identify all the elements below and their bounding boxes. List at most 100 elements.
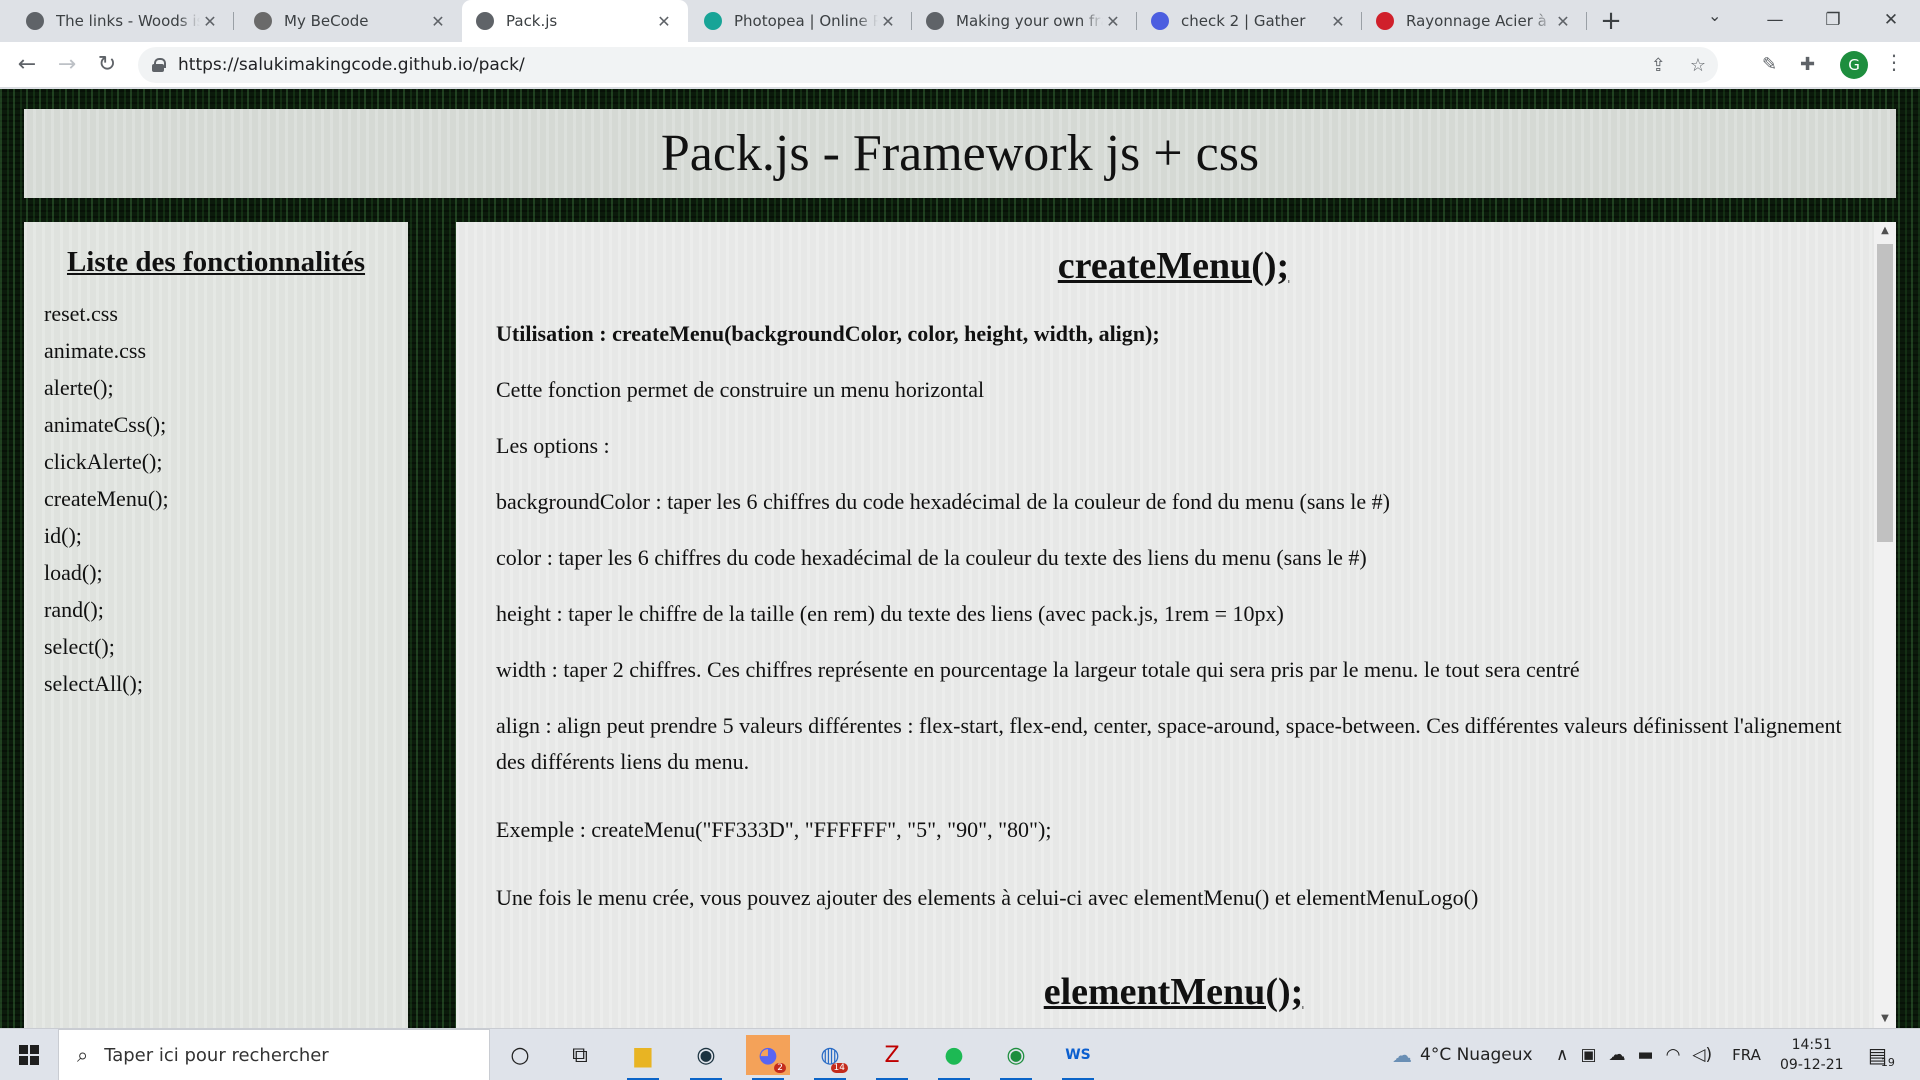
onedrive-icon[interactable]: ☁ <box>1609 1045 1626 1065</box>
file-explorer-glyph: ▆ <box>634 1042 652 1068</box>
sidebar-item[interactable]: alerte(); <box>44 369 408 406</box>
lock-icon[interactable] <box>152 58 166 72</box>
start-button[interactable] <box>0 1029 58 1080</box>
window-controls: — ❐ ✕ <box>1746 0 1920 42</box>
browser-tab[interactable]: My BeCode ✕ <box>240 0 462 42</box>
reload-icon[interactable]: ↻ <box>92 50 122 80</box>
sidebar-item[interactable]: reset.css <box>44 295 408 332</box>
browser-tab[interactable]: Pack.js ✕ <box>462 0 688 42</box>
battery-icon[interactable]: ▬ <box>1638 1045 1654 1065</box>
extensions-puzzle-icon[interactable]: ✚ <box>1800 54 1815 75</box>
volume-icon[interactable]: ◁) <box>1692 1045 1712 1065</box>
sidebar-item[interactable]: animateCss(); <box>44 406 408 443</box>
clock[interactable]: 14:51 09-12-21 <box>1780 1035 1844 1075</box>
profile-avatar[interactable]: G <box>1840 51 1868 79</box>
browser-tab[interactable]: Photopea | Online Ph ✕ <box>690 0 912 42</box>
chrome-glyph: ◉ <box>1006 1042 1026 1068</box>
tab-favicon-icon <box>476 12 494 30</box>
browser-tab[interactable]: check 2 | Gather ✕ <box>1137 0 1362 42</box>
spotify-glyph: ● <box>944 1042 964 1068</box>
discord-icon[interactable]: ◕ 2 <box>746 1035 790 1080</box>
tab-close-icon[interactable]: ✕ <box>200 12 220 31</box>
weather-widget[interactable]: ☁ 4°C Nuageux <box>1392 1029 1533 1080</box>
option-align: align : align peut prendre 5 valeurs dif… <box>496 713 1842 774</box>
forward-arrow-icon[interactable]: → <box>52 50 82 80</box>
task-view-glyph: ⧉ <box>572 1042 588 1068</box>
filezilla-icon[interactable]: Z <box>870 1035 914 1080</box>
sidebar-item[interactable]: createMenu(); <box>44 480 408 517</box>
share-icon[interactable]: ⇪ <box>1651 55 1666 76</box>
browser-menu-icon[interactable]: ⋮ <box>1884 50 1904 74</box>
chrome-alt-icon[interactable]: ◍ 14 <box>808 1035 852 1080</box>
page-title: Pack.js - Framework js + css <box>660 125 1260 182</box>
new-tab-button[interactable]: + <box>1596 4 1626 38</box>
extension-tool-icon[interactable]: ✎ <box>1762 54 1777 75</box>
back-arrow-icon[interactable]: ← <box>12 50 42 80</box>
restore-button[interactable]: ❐ <box>1804 0 1862 42</box>
tab-favicon-icon <box>1151 12 1169 30</box>
file-explorer-icon[interactable]: ▆ <box>621 1035 665 1080</box>
windows-taskbar: ⌕ Taper ici pour rechercher ○ ⧉ ▆ ◉ ◕ 2 ◍ 14 Z ● ◉… <box>0 1028 1920 1080</box>
cortana-glyph: ○ <box>510 1042 530 1068</box>
chrome-icon[interactable]: ◉ <box>994 1035 1038 1080</box>
tab-title: The links - Woods is h <box>56 12 200 30</box>
option-background-color: backgroundColor : taper les 6 chiffres d… <box>496 489 1390 514</box>
cortana-icon[interactable]: ○ <box>498 1035 542 1075</box>
sidebar-list: reset.css animate.css alerte(); animateCss(… <box>44 295 408 702</box>
system-tray: ∧ ▣ ☁ ▬ ◠ ◁) FRA <box>1556 1029 1761 1080</box>
app-badge: 14 <box>830 1063 848 1073</box>
notification-center[interactable]: ▤ 19 <box>1868 1029 1895 1080</box>
sidebar-item[interactable]: clickAlerte(); <box>44 443 408 480</box>
sidebar-item[interactable]: selectAll(); <box>44 665 408 702</box>
bookmark-star-icon[interactable]: ☆ <box>1690 55 1706 76</box>
sidebar-item[interactable]: select(); <box>44 628 408 665</box>
browser-tab[interactable]: Making your own fran ✕ <box>912 0 1137 42</box>
tab-close-icon[interactable]: ✕ <box>428 12 448 31</box>
clock-date: 09-12-21 <box>1780 1057 1844 1073</box>
sidebar-item[interactable]: animate.css <box>44 332 408 369</box>
tab-title: Rayonnage Acier à Co <box>1406 12 1553 30</box>
show-hidden-icons-icon[interactable]: ∧ <box>1556 1045 1568 1065</box>
webstorm-icon[interactable]: WS <box>1056 1035 1100 1080</box>
scrollbar-thumb[interactable] <box>1877 244 1893 542</box>
filezilla-glyph: Z <box>884 1042 900 1068</box>
next-section-title: elementMenu(); <box>1043 971 1304 1013</box>
wifi-icon[interactable]: ◠ <box>1666 1045 1681 1065</box>
minimize-button[interactable]: — <box>1746 0 1804 42</box>
close-window-button[interactable]: ✕ <box>1862 0 1920 42</box>
usage-line: Utilisation : createMenu(backgroundColor… <box>496 321 1160 346</box>
main-content[interactable]: createMenu(); Utilisation : createMenu(b… <box>456 222 1896 1028</box>
webstorm-glyph: WS <box>1065 1047 1091 1063</box>
sidebar-item[interactable]: rand(); <box>44 591 408 628</box>
gitkraken-icon[interactable]: ◉ <box>684 1035 728 1080</box>
content-scrollbar[interactable]: ▲ ▼ <box>1874 222 1896 1028</box>
url-text[interactable]: https://salukimakingcode.github.io/pack/ <box>178 55 525 75</box>
scroll-up-arrow-icon[interactable]: ▲ <box>1874 222 1896 240</box>
sidebar-item[interactable]: id(); <box>44 517 408 554</box>
browser-tab[interactable]: The links - Woods is h✕ <box>12 0 234 42</box>
address-bar[interactable]: https://salukimakingcode.github.io/pack/… <box>138 47 1718 83</box>
tab-close-icon[interactable]: ✕ <box>1328 12 1348 31</box>
tab-close-icon[interactable]: ✕ <box>1103 12 1123 31</box>
taskbar-search[interactable]: ⌕ Taper ici pour rechercher <box>58 1029 490 1080</box>
spotify-icon[interactable]: ● <box>932 1035 976 1080</box>
windows-logo-icon <box>19 1045 39 1065</box>
language-indicator[interactable]: FRA <box>1732 1046 1761 1064</box>
browser-tab[interactable]: Rayonnage Acier à Co✕ <box>1362 0 1587 42</box>
tab-close-icon[interactable]: ✕ <box>878 12 898 31</box>
sidebar-item[interactable]: load(); <box>44 554 408 591</box>
task-view-icon[interactable]: ⧉ <box>558 1035 602 1075</box>
browser-toolbar: ← → ↻ https://salukimakingcode.github.io… <box>0 42 1920 88</box>
tab-favicon-icon <box>254 12 272 30</box>
tab-close-icon[interactable]: ✕ <box>654 12 674 31</box>
gitkraken-glyph: ◉ <box>696 1042 716 1068</box>
tab-title: Pack.js <box>506 12 558 30</box>
meet-now-icon[interactable]: ▣ <box>1580 1045 1596 1065</box>
clock-time: 14:51 <box>1791 1037 1832 1053</box>
scroll-down-arrow-icon[interactable]: ▼ <box>1874 1010 1896 1028</box>
tab-search-icon[interactable]: ⌄ <box>1708 6 1721 25</box>
features-sidebar: Liste des fonctionnalités reset.css anima… <box>24 222 408 1028</box>
page-viewport: Pack.js - Framework js + css Liste des f… <box>0 89 1920 1028</box>
tab-close-icon[interactable]: ✕ <box>1553 12 1573 31</box>
tab-title: My BeCode <box>284 12 369 30</box>
